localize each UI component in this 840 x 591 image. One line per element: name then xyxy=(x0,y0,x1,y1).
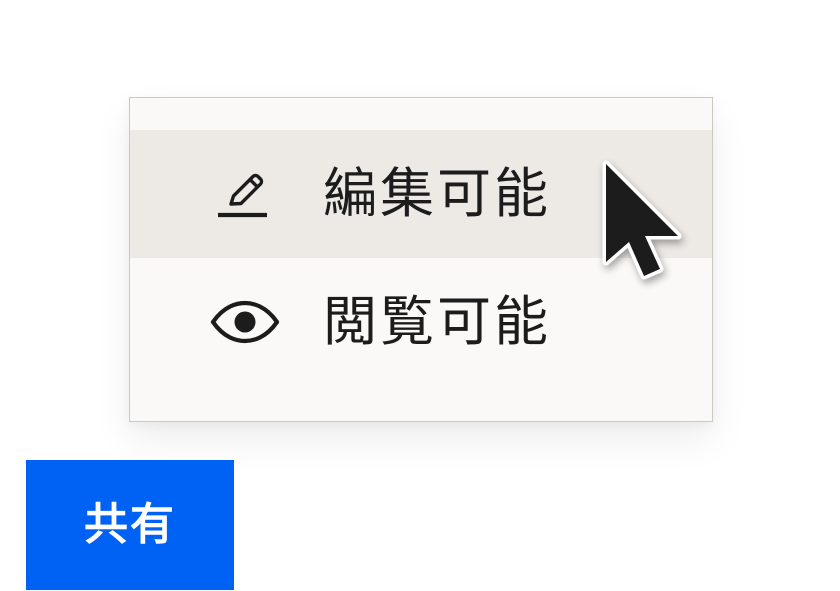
menu-item-label-can-view: 閲覧可能 xyxy=(323,290,551,353)
permission-dropdown-menu: 編集可能 閲覧可能 xyxy=(129,97,713,422)
menu-item-can-view[interactable]: 閲覧可能 xyxy=(130,258,712,386)
menu-item-label-can-edit: 編集可能 xyxy=(323,162,551,225)
eye-icon xyxy=(210,300,280,344)
menu-item-can-edit[interactable]: 編集可能 xyxy=(130,130,712,258)
share-button[interactable]: 共有 xyxy=(26,460,234,590)
pencil-icon xyxy=(218,173,267,218)
